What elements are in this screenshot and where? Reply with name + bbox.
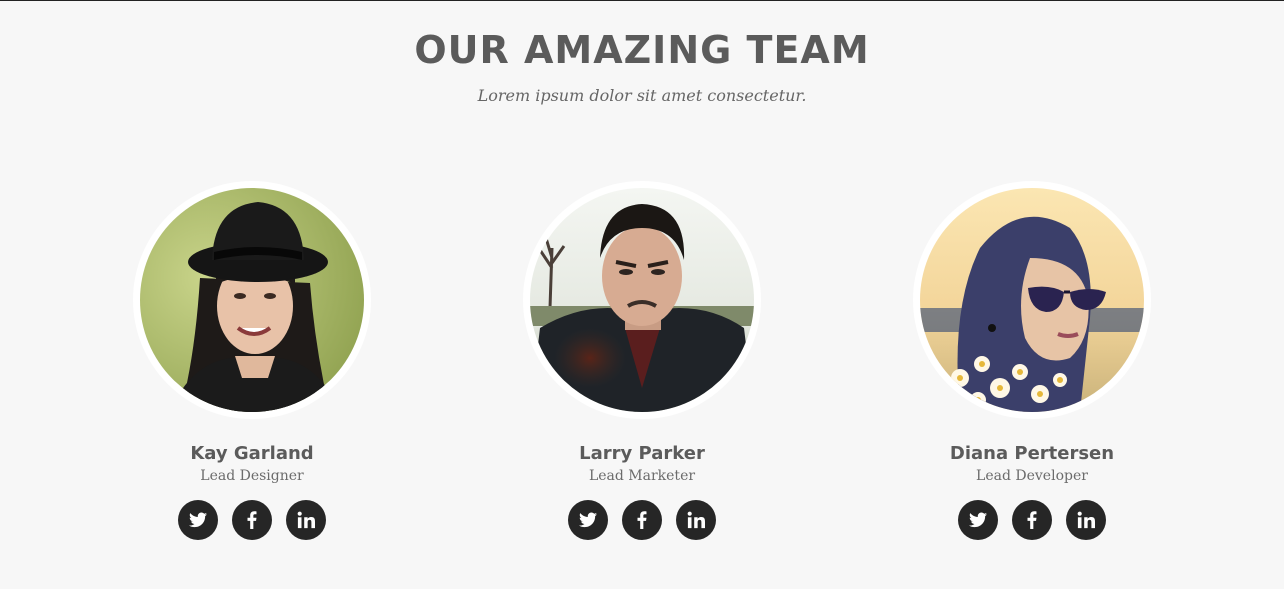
linkedin-icon xyxy=(1077,511,1095,529)
facebook-icon xyxy=(1027,511,1037,529)
social-links xyxy=(902,500,1162,540)
member-role: Lead Designer xyxy=(200,468,304,484)
linkedin-button[interactable] xyxy=(1066,500,1106,540)
twitter-button[interactable] xyxy=(568,500,608,540)
member-photo xyxy=(140,188,364,412)
avatar xyxy=(523,181,761,419)
twitter-icon xyxy=(189,512,207,528)
member-name: Kay Garland xyxy=(190,443,314,464)
member-name: Larry Parker xyxy=(579,443,705,464)
facebook-button[interactable] xyxy=(622,500,662,540)
member-photo xyxy=(530,188,754,412)
member-photo xyxy=(920,188,1144,412)
team-member-card: Diana Pertersen Lead Developer xyxy=(902,181,1162,540)
section-title: OUR AMAZING TEAM xyxy=(414,28,870,72)
facebook-icon xyxy=(247,511,257,529)
section-subtitle: Lorem ipsum dolor sit amet consectetur. xyxy=(477,86,807,105)
avatar xyxy=(133,181,371,419)
social-links xyxy=(122,500,382,540)
avatar xyxy=(913,181,1151,419)
twitter-button[interactable] xyxy=(958,500,998,540)
linkedin-icon xyxy=(297,511,315,529)
linkedin-icon xyxy=(687,511,705,529)
linkedin-button[interactable] xyxy=(676,500,716,540)
twitter-icon xyxy=(969,512,987,528)
team-member-card: Larry Parker Lead Marketer xyxy=(512,181,772,540)
member-role: Lead Marketer xyxy=(588,468,696,484)
facebook-icon xyxy=(637,511,647,529)
facebook-button[interactable] xyxy=(1012,500,1052,540)
member-name: Diana Pertersen xyxy=(949,443,1115,464)
twitter-button[interactable] xyxy=(178,500,218,540)
team-member-card: Kay Garland Lead Designer xyxy=(122,181,382,540)
facebook-button[interactable] xyxy=(232,500,272,540)
twitter-icon xyxy=(579,512,597,528)
linkedin-button[interactable] xyxy=(286,500,326,540)
social-links xyxy=(512,500,772,540)
member-role: Lead Developer xyxy=(976,468,1088,484)
